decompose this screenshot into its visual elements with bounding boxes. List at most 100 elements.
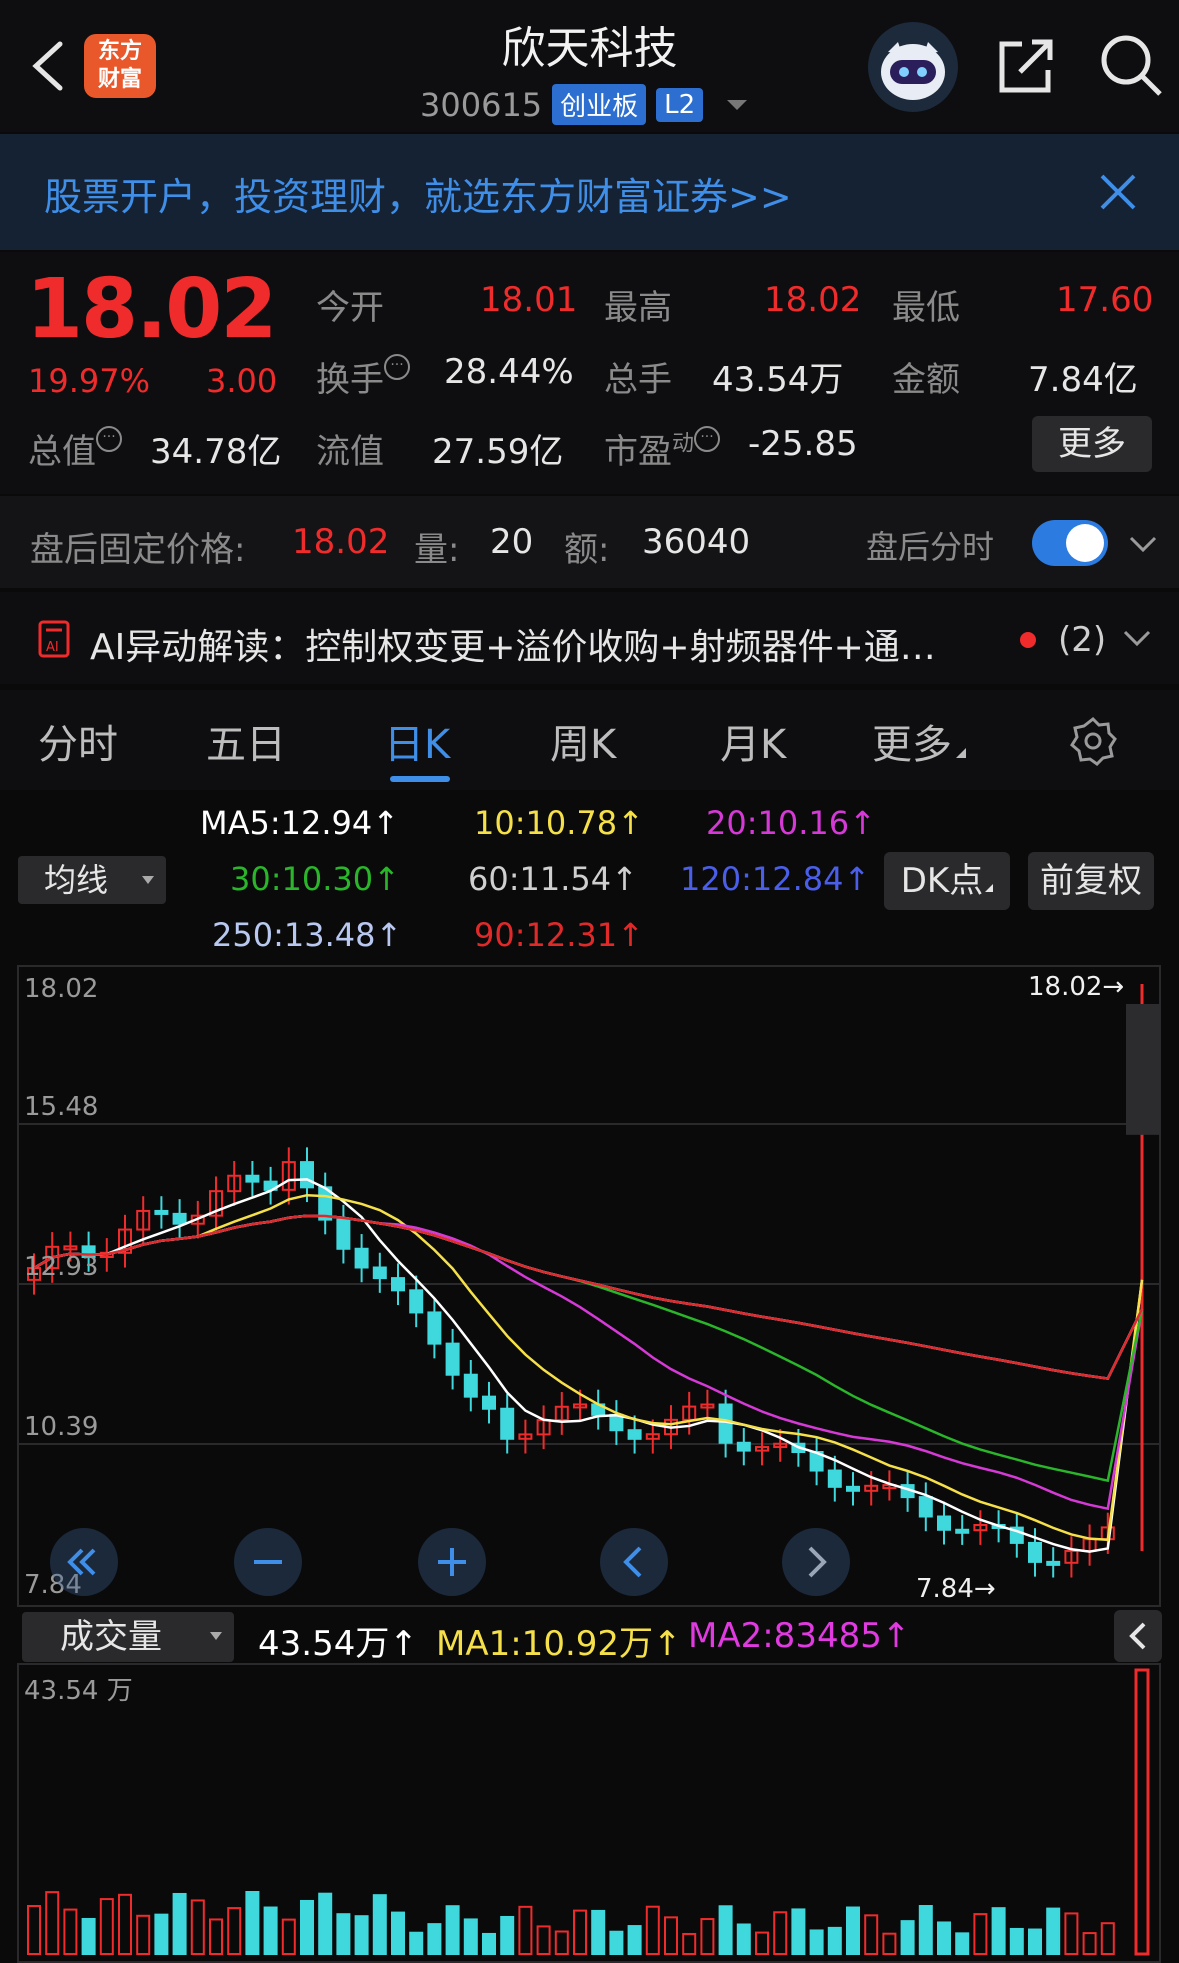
scroll-left-button[interactable] — [600, 1528, 668, 1596]
high-label: 最高 — [604, 288, 672, 328]
ma20-value: 20:10.16↑ — [706, 804, 876, 842]
volume-bar — [482, 1932, 496, 1955]
volume-bar — [1082, 1932, 1097, 1956]
minus-icon — [254, 1560, 282, 1564]
tab-intraday[interactable]: 分时 — [38, 712, 118, 770]
candle-body — [463, 1373, 478, 1398]
plus-icon — [438, 1548, 466, 1576]
volume-bar — [627, 1925, 642, 1955]
chevron-down-icon[interactable] — [1122, 628, 1152, 648]
gear-icon[interactable] — [1068, 716, 1118, 766]
candlestick-chart[interactable] — [0, 964, 1179, 1963]
volume-bar — [336, 1913, 351, 1955]
candle-body — [736, 1441, 751, 1452]
price-panel-frame — [17, 965, 1161, 1607]
after-hours-price: 18.02 — [292, 522, 390, 562]
volume-bar — [263, 1906, 278, 1956]
pe-label[interactable]: 市盈动 ··· — [604, 424, 721, 473]
candle-body — [627, 1429, 642, 1440]
tab-daily-k[interactable]: 日K — [384, 712, 450, 770]
candle-body — [500, 1407, 515, 1440]
active-tab-indicator — [390, 776, 450, 782]
after-hours-amt-label: 额: — [564, 530, 610, 570]
chevron-left-icon — [623, 1546, 642, 1578]
pe-superscript: 动 — [672, 431, 695, 457]
indicator-selector[interactable]: 均线 — [18, 856, 166, 904]
volume-bar — [718, 1905, 733, 1955]
search-icon[interactable] — [1098, 32, 1164, 98]
ai-insight-count: (2) — [1058, 620, 1107, 660]
low-label: 最低 — [892, 288, 960, 328]
candle-body — [391, 1277, 405, 1292]
mktcap-label[interactable]: 总值 ··· — [28, 424, 122, 473]
low-marker: 7.84→ — [916, 1574, 996, 1604]
corner-triangle-icon — [956, 748, 966, 758]
volume-bar — [81, 1917, 96, 1956]
volume-bar — [1046, 1907, 1061, 1955]
dk-point-button[interactable]: DK点 — [884, 852, 1010, 910]
candle-body — [918, 1496, 933, 1518]
dropdown-caret-icon — [142, 876, 154, 884]
scroll-right-button[interactable] — [782, 1528, 850, 1596]
chevron-down-icon — [727, 99, 748, 110]
volume-bar — [445, 1905, 460, 1956]
promo-banner[interactable]: 股票开户，投资理财，就选东方财富证券>> — [0, 134, 1179, 250]
volume-bar — [409, 1931, 424, 1956]
volume-bar — [991, 1907, 1006, 1956]
tab-five-day[interactable]: 五日 — [206, 712, 286, 770]
volume-ma1: MA1:10.92万↑ — [436, 1624, 682, 1664]
mktcap-value: 34.78亿 — [150, 432, 282, 472]
volume-bar — [1064, 1912, 1079, 1956]
volume-bar — [791, 1908, 806, 1955]
turnover-label[interactable]: 换手 ··· — [316, 352, 410, 401]
volume-bar — [918, 1905, 933, 1956]
top-bar: 东方 财富 欣天科技 300615 创业板 L2 — [0, 0, 1179, 132]
volume-bar — [809, 1929, 824, 1955]
ai-report-icon: AI — [38, 620, 70, 658]
volume-bar — [882, 1932, 897, 1955]
float-value: 27.59亿 — [432, 432, 564, 472]
volume-bar — [427, 1923, 442, 1956]
zoom-out-button[interactable] — [234, 1528, 302, 1596]
volume-bar — [682, 1932, 697, 1956]
chevron-left-icon — [1129, 1622, 1146, 1650]
volume-bar — [937, 1921, 951, 1956]
zoom-in-button[interactable] — [418, 1528, 486, 1596]
candle-body — [1028, 1541, 1042, 1563]
volume-bar — [846, 1906, 860, 1956]
volume-max-label: 43.54 万 — [24, 1676, 133, 1706]
tab-more[interactable]: 更多 — [872, 712, 966, 770]
ma90-line — [33, 1214, 1144, 1380]
stock-code-line[interactable]: 300615 创业板 L2 — [420, 84, 748, 125]
y-tick-label: 15.48 — [24, 1092, 99, 1122]
after-hours-toggle[interactable] — [1032, 520, 1108, 566]
scroll-start-button[interactable] — [50, 1528, 118, 1596]
candle-body — [245, 1174, 260, 1183]
volume-indicator-selector[interactable]: 成交量 — [22, 1612, 234, 1662]
volume-bar — [664, 1916, 678, 1956]
assistant-avatar[interactable] — [868, 22, 958, 112]
toggle-knob — [1066, 524, 1104, 562]
volume-bar — [463, 1918, 478, 1956]
candle-body — [154, 1209, 169, 1215]
volume-bar — [354, 1915, 369, 1955]
volume-bar — [827, 1926, 842, 1956]
share-icon[interactable] — [994, 34, 1058, 98]
tab-monthly-k[interactable]: 月K — [720, 712, 786, 770]
adjust-mode-button[interactable]: 前复权 — [1028, 852, 1154, 910]
ma30-value: 30:10.30↑ — [230, 860, 400, 898]
more-button[interactable]: 更多 — [1032, 416, 1152, 472]
tab-weekly-k[interactable]: 周K — [550, 712, 616, 770]
candle-body — [372, 1266, 387, 1280]
candle-body — [482, 1395, 496, 1410]
y-tick-label: 18.02 — [24, 974, 99, 1004]
y-tick-label: 10.39 — [24, 1412, 99, 1442]
change-percent: 19.97% — [28, 362, 151, 400]
close-icon[interactable] — [1096, 170, 1140, 214]
stock-code: 300615 — [420, 85, 543, 124]
volume-bar — [609, 1930, 624, 1956]
volume-value: 43.54万 — [712, 360, 844, 400]
chevron-down-icon[interactable] — [1128, 534, 1158, 554]
collapse-panel-button[interactable] — [1114, 1610, 1162, 1662]
volume-bar — [45, 1891, 60, 1956]
